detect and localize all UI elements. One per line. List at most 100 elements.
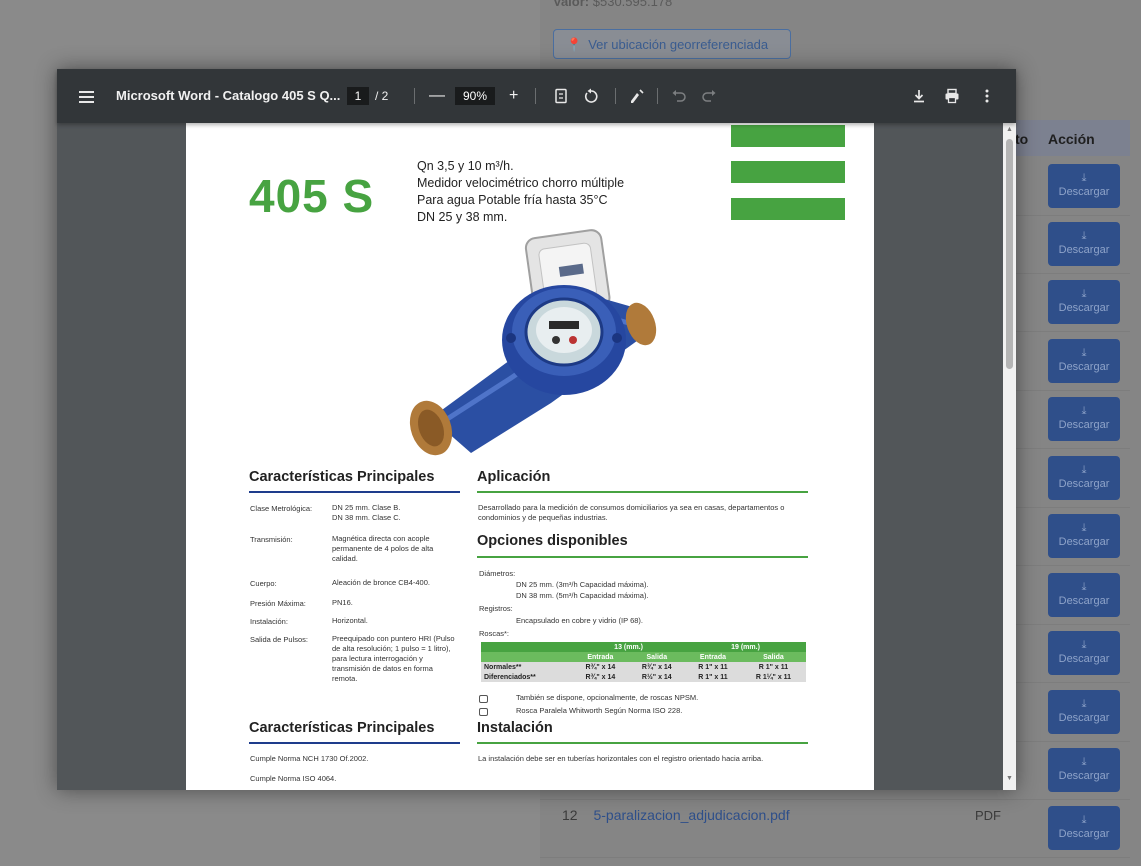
download-icon: ⤓ xyxy=(1081,698,1087,710)
section-rule xyxy=(477,556,808,558)
download-icon: ⤓ xyxy=(1081,230,1087,242)
page-total: / 2 xyxy=(375,89,389,103)
rotate-icon[interactable] xyxy=(583,88,599,104)
registers-value: Encapsulado en cobre y vidrio (IP 68). xyxy=(516,616,644,625)
char-key: Clase Metrológica: xyxy=(250,504,313,513)
download-icon[interactable] xyxy=(911,88,927,104)
scrollbar[interactable]: ▲ ▼ xyxy=(1003,123,1016,790)
zoom-out-button[interactable]: — xyxy=(429,69,445,123)
pdf-toolbar: Microsoft Word - Catalogo 405 S Q... 1 /… xyxy=(57,69,1016,123)
annotate-icon[interactable] xyxy=(629,88,645,104)
download-button-label: Descargar xyxy=(1058,302,1110,314)
water-meter-image xyxy=(409,229,657,456)
fit-page-icon[interactable] xyxy=(553,88,569,104)
diameters-label: Diámetros: xyxy=(479,569,516,578)
download-icon: ⤓ xyxy=(1081,756,1087,768)
download-button[interactable]: ⤓ Descargar xyxy=(1048,164,1120,208)
download-button[interactable]: ⤓ Descargar xyxy=(1048,573,1120,617)
zoom-level-input[interactable]: 90% xyxy=(455,87,495,105)
map-pin-icon: 📍 xyxy=(566,37,583,52)
pdf-viewer: Microsoft Word - Catalogo 405 S Q... 1 /… xyxy=(57,69,1016,790)
table-cell: R 1" x 11 xyxy=(740,662,806,672)
toolbar-divider xyxy=(657,88,658,104)
download-button[interactable]: ⤓ Descargar xyxy=(1048,280,1120,324)
download-button-label: Descargar xyxy=(1058,478,1110,490)
geo-location-label: Ver ubicación georreferenciada xyxy=(588,37,769,52)
print-icon[interactable] xyxy=(944,88,960,104)
download-button-label: Descargar xyxy=(1058,361,1110,373)
menu-icon[interactable] xyxy=(79,69,95,123)
geo-location-button[interactable]: 📍 Ver ubicación georreferenciada xyxy=(553,29,791,59)
download-button[interactable]: ⤓ Descargar xyxy=(1048,631,1120,675)
download-button[interactable]: ⤓ Descargar xyxy=(1048,222,1120,266)
download-button-label: Descargar xyxy=(1058,653,1110,665)
file-link[interactable]: 5-paralizacion_adjudicacion.pdf xyxy=(593,807,789,823)
download-icon: ⤓ xyxy=(1081,464,1087,476)
table-subheader: Entrada xyxy=(572,652,629,662)
column-header-action: Acción xyxy=(1048,131,1095,147)
download-button-label: Descargar xyxy=(1058,595,1110,607)
spec-line: DN 25 y 38 mm. xyxy=(417,210,508,224)
section-title-installation: Instalación xyxy=(477,720,553,736)
section-title-norms: Características Principales xyxy=(249,720,435,736)
threads-label: Roscas*: xyxy=(479,629,510,638)
table-cell: R 1¼" x 11 xyxy=(740,672,806,682)
toolbar-divider xyxy=(615,88,616,104)
registers-label: Registros: xyxy=(479,604,513,613)
section-rule xyxy=(477,491,808,493)
valor-label: Valor: $530.595.178 xyxy=(553,0,672,9)
section-title-application: Aplicación xyxy=(477,469,551,485)
table-row-label: Diferenciados** xyxy=(481,672,573,682)
download-button-label: Descargar xyxy=(1058,244,1110,256)
download-icon: ⤓ xyxy=(1081,581,1087,593)
table-cell: R 1" x 11 xyxy=(685,672,741,682)
scroll-up-icon[interactable]: ▲ xyxy=(1006,126,1013,133)
char-key: Presión Máxima: xyxy=(250,599,306,608)
page-number-input[interactable]: 1 xyxy=(347,87,369,105)
download-button[interactable]: ⤓ Descargar xyxy=(1048,748,1120,792)
char-value: Horizontal. xyxy=(332,616,368,625)
char-key: Cuerpo: xyxy=(250,579,277,588)
pdf-pages-area[interactable]: 405 S Qn 3,5 y 10 m³/h. Medidor velocimé… xyxy=(57,123,1005,790)
green-bar xyxy=(731,161,845,183)
redo-icon[interactable] xyxy=(701,88,717,104)
char-value: Magnética directa con acople permanente … xyxy=(332,534,434,563)
section-title-characteristics: Características Principales xyxy=(249,469,435,485)
table-header-row: 13 (mm.) 19 (mm.) xyxy=(481,642,806,652)
toolbar-divider xyxy=(535,88,536,104)
spec-line: Medidor velocimétrico chorro múltiple xyxy=(417,176,625,190)
download-button[interactable]: ⤓ Descargar xyxy=(1048,456,1120,500)
download-button-label: Descargar xyxy=(1058,828,1110,840)
char-value: Preequipado con puntero HRI (Pulso de al… xyxy=(332,634,455,683)
download-button-label: Descargar xyxy=(1058,770,1110,782)
download-icon: ⤓ xyxy=(1081,522,1087,534)
section-rule xyxy=(249,742,460,744)
char-value: DN 25 mm. Clase B. DN 38 mm. Clase C. xyxy=(332,503,401,522)
spec-line: Para agua Potable fría hasta 35°C xyxy=(417,193,608,207)
download-button[interactable]: ⤓ Descargar xyxy=(1048,514,1120,558)
note-line: También se dispone, opcionalmente, de ro… xyxy=(516,693,699,702)
diameter-line: DN 25 mm. (3m³/h Capacidad máxima). xyxy=(516,580,649,589)
files-table-header: to Acción xyxy=(1000,120,1130,156)
scroll-thumb[interactable] xyxy=(1006,139,1013,369)
download-button-label: Descargar xyxy=(1058,419,1110,431)
scroll-down-icon[interactable]: ▼ xyxy=(1006,775,1013,782)
file-row: 12 5-paralizacion_adjudicacion.pdf xyxy=(562,807,790,823)
table-subheader: Salida xyxy=(740,652,806,662)
download-button[interactable]: ⤓ Descargar xyxy=(1048,397,1120,441)
download-button-label: Descargar xyxy=(1058,186,1110,198)
more-icon[interactable] xyxy=(979,88,995,104)
column-header-partial: to xyxy=(1015,131,1029,147)
download-button[interactable]: ⤓ Descargar xyxy=(1048,339,1120,383)
download-button[interactable]: ⤓ Descargar xyxy=(1048,690,1120,734)
application-text: Desarrollado para la medición de consumo… xyxy=(478,503,785,522)
checkbox-icon xyxy=(479,708,488,716)
download-icon: ⤓ xyxy=(1081,814,1087,826)
table-cell: R¾" x 14 xyxy=(628,662,686,672)
download-button[interactable]: ⤓ Descargar xyxy=(1048,806,1120,850)
download-icon: ⤓ xyxy=(1081,405,1087,417)
undo-icon[interactable] xyxy=(671,88,687,104)
threads-table: 13 (mm.) 19 (mm.) Entrada Salida Entrada… xyxy=(481,642,806,682)
zoom-in-button[interactable]: + xyxy=(509,69,518,123)
char-value: Aleación de bronce CB4-400. xyxy=(332,578,430,587)
